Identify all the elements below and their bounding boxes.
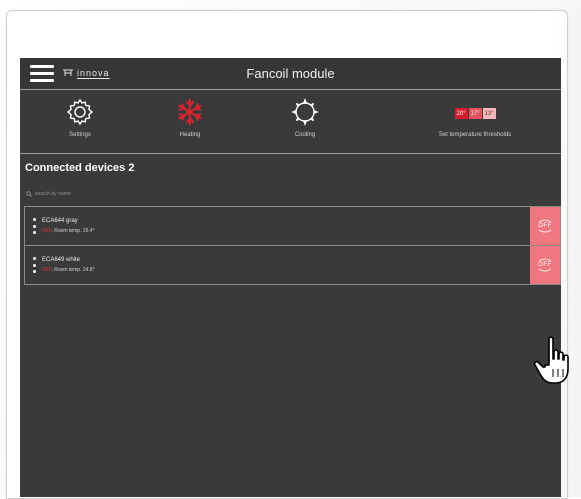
- device-status: OFF, Room temp. 26.4°: [42, 228, 95, 234]
- search-bar: [26, 188, 155, 200]
- row-menu-icon[interactable]: [32, 218, 36, 234]
- device-status: OFF, Room temp. 24.8°: [42, 267, 95, 273]
- device-name: ECA644 gray: [42, 218, 78, 224]
- mode-thresholds-button[interactable]: 20° 17° 13° Set temperature thresholds: [420, 90, 530, 150]
- power-toggle-button[interactable]: OFF: [530, 246, 560, 284]
- hand-cursor-icon: [533, 336, 569, 384]
- device-row[interactable]: ECA644 gray OFF, Room temp. 26.4° OFF: [24, 206, 561, 245]
- mode-cooling-button[interactable]: Cooling: [250, 90, 360, 150]
- sun-icon: [291, 98, 319, 126]
- modes-divider: [20, 153, 561, 154]
- chevron-down-icon: [538, 268, 552, 272]
- threshold-high: 20°: [454, 108, 468, 119]
- temperature-thresholds-icon: 20° 17° 13°: [454, 108, 496, 119]
- threshold-mid: 17°: [468, 108, 482, 119]
- threshold-low: 13°: [482, 108, 496, 119]
- mode-settings-label: Settings: [69, 132, 91, 138]
- mode-cooling-label: Cooling: [294, 132, 316, 138]
- page-title: Fancoil module: [246, 66, 335, 81]
- search-input[interactable]: [35, 191, 155, 197]
- room-temperature: Room temp. 24.8°: [54, 267, 95, 273]
- snowflake-icon: [178, 98, 202, 126]
- search-icon: [26, 191, 32, 197]
- mode-settings-button[interactable]: Settings: [25, 90, 135, 150]
- device-row[interactable]: ECA649 white OFF, Room temp. 24.8° OFF: [24, 245, 561, 285]
- device-list: ECA644 gray OFF, Room temp. 26.4° OFF EC…: [24, 206, 561, 285]
- status-separator: ,: [51, 267, 53, 273]
- mode-heating-button[interactable]: Heating: [135, 90, 245, 150]
- row-menu-icon[interactable]: [32, 257, 36, 273]
- mode-selector: Settings Heating Cooling 20° 17° 13° Set…: [20, 90, 561, 150]
- status-separator: ,: [51, 228, 53, 234]
- chevron-down-icon: [538, 229, 552, 233]
- power-toggle-button[interactable]: OFF: [530, 207, 560, 245]
- mode-heating-label: Heating: [179, 132, 201, 138]
- top-bar: innova Fancoil module: [20, 58, 561, 88]
- gear-icon: [66, 98, 94, 126]
- device-name: ECA649 white: [42, 257, 81, 263]
- app-screen: innova Fancoil module Settings Heating C…: [20, 58, 561, 497]
- connected-devices-title: Connected devices 2: [25, 162, 135, 174]
- room-temperature: Room temp. 26.4°: [54, 228, 95, 234]
- mode-thresholds-label: Set temperature thresholds: [438, 132, 512, 138]
